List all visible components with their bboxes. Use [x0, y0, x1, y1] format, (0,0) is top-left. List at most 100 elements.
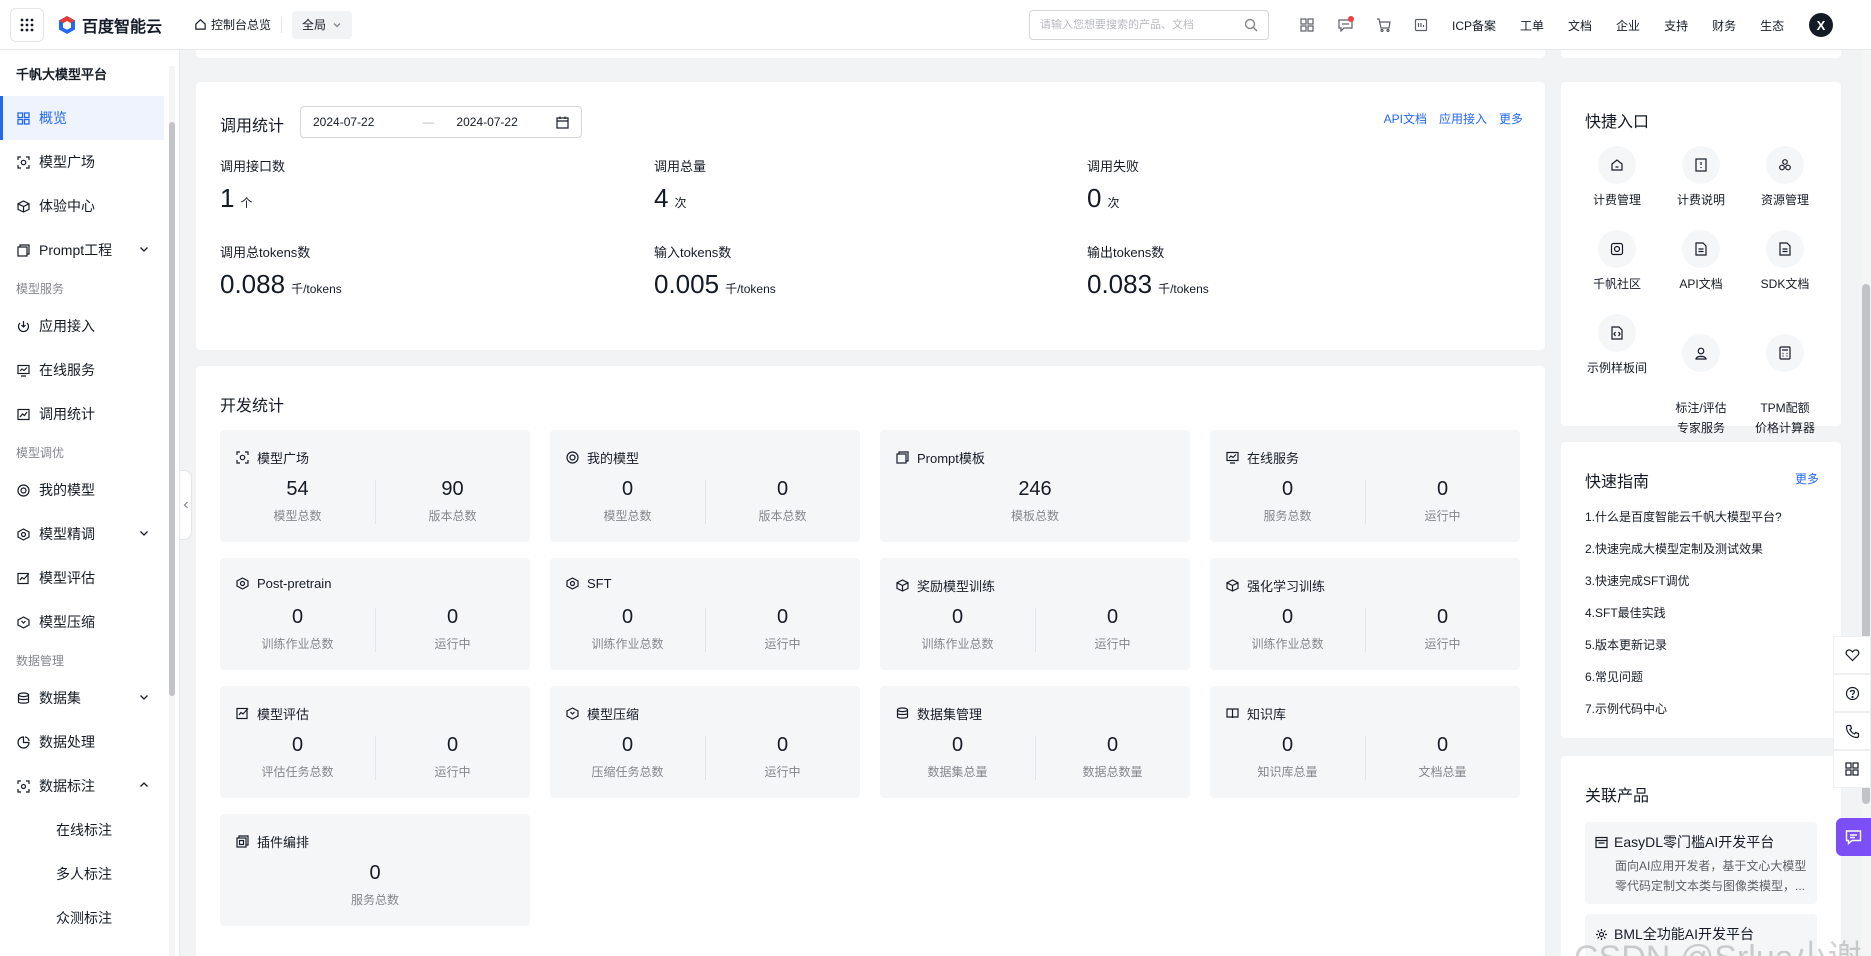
tile-rl-training[interactable]: 强化学习训练 0 训练作业总数 0 运行中 [1210, 558, 1520, 670]
tile-value: 0 [446, 734, 459, 756]
quick-entry-billing-doc[interactable]: 计费说明 [1656, 146, 1746, 210]
console-home-link[interactable]: 控制台总览 [194, 16, 271, 33]
apps-button[interactable] [1833, 750, 1871, 788]
tile-prompt-template[interactable]: Prompt模板 246 模板总数 [880, 430, 1190, 542]
chat-assistant-button[interactable] [1836, 818, 1871, 856]
sidebar-item-evaluate[interactable]: 模型评估 [0, 556, 164, 600]
finetune-icon [16, 527, 30, 541]
sidebar-collapse-button[interactable] [180, 470, 192, 540]
guide-item[interactable]: 7.示例代码中心 [1585, 700, 1782, 732]
sidebar-subitem-crowd-annotate[interactable]: 众测标注 [0, 896, 179, 940]
region-select[interactable]: 全局 [292, 10, 353, 39]
top-menu-item-ticket[interactable]: 工单 [1520, 17, 1544, 34]
api-docs-link[interactable]: API文档 [1384, 110, 1427, 127]
more-link[interactable]: 更多 [1499, 110, 1523, 127]
top-menu: ICP备案 工单 文档 企业 支持 财务 生态 [1452, 0, 1808, 50]
qrcode-button[interactable] [1290, 8, 1324, 42]
sidebar-item-finetune[interactable]: 模型精调 [0, 512, 164, 556]
community-icon [1610, 242, 1624, 256]
tile-dataset-management[interactable]: 数据集管理 0 数据集总量 0 数据总数量 [880, 686, 1190, 798]
sidebar-item-annotate[interactable]: 数据标注 [0, 764, 164, 808]
sidebar-item-my-model[interactable]: 我的模型 [0, 468, 164, 512]
tile-value: 0 [621, 734, 634, 756]
sidebar-scrollbar-thumb[interactable] [169, 122, 175, 696]
tile-value: 0 [446, 606, 459, 628]
my-model-icon [16, 483, 30, 497]
brand-logo[interactable]: 百度智能云 [57, 13, 162, 37]
quick-entry-api-doc[interactable]: API文档 [1656, 230, 1746, 294]
date-range-picker[interactable]: 2024-07-22 — 2024-07-22 [300, 106, 582, 138]
stat-interface-count: 调用接口数 1个 [220, 156, 285, 214]
help-button[interactable] [1833, 674, 1871, 712]
dev-stats-title: 开发统计 [220, 398, 285, 415]
search-input[interactable] [1040, 19, 1244, 31]
sidebar-item-call-stats[interactable]: 调用统计 [0, 392, 164, 436]
dataset-icon [896, 707, 909, 719]
sidebar-subitem-online-annotate[interactable]: 在线标注 [0, 808, 179, 852]
top-menu-item-finance[interactable]: 财务 [1712, 17, 1736, 34]
stat-total-tokens: 调用总tokens数 0.088 千/tokens [220, 242, 342, 300]
top-menu-item-support[interactable]: 支持 [1664, 17, 1688, 34]
tile-model-evaluate[interactable]: 模型评估 0 评估任务总数 0 运行中 [220, 686, 530, 798]
guide-item[interactable]: 4.SFT最佳实践 [1585, 604, 1782, 636]
tile-caption: 服务总数 [1263, 509, 1312, 523]
product-menu-button[interactable] [10, 7, 44, 42]
quick-entry-expert[interactable]: 标注/评估 专家服务 [1656, 314, 1746, 458]
tile-online-service[interactable]: 在线服务 0 服务总数 0 运行中 [1210, 430, 1520, 542]
sidebar-item-model-square[interactable]: 模型广场 [0, 140, 164, 184]
sidebar-item-overview[interactable]: 概览 [0, 96, 164, 140]
top-navigation-bar: 百度智能云 控制台总览 全局 ICP备案 工单 文档 企业 支持 财务 [0, 0, 1871, 50]
favorite-button[interactable] [1833, 636, 1871, 674]
bill-button[interactable] [1404, 8, 1438, 42]
message-button[interactable] [1328, 8, 1362, 42]
tile-sft[interactable]: SFT 0 训练作业总数 0 运行中 [550, 558, 860, 670]
phone-button[interactable] [1833, 712, 1871, 750]
guide-item[interactable]: 3.快速完成SFT调优 [1585, 572, 1782, 604]
sidebar-item-compress[interactable]: 模型压缩 [0, 600, 164, 644]
sidebar-item-experience-center[interactable]: 体验中心 [0, 184, 164, 228]
quick-entry-community[interactable]: 千帆社区 [1572, 230, 1662, 294]
quick-entry-sample[interactable]: 示例样板间 [1572, 314, 1662, 378]
tile-my-model[interactable]: 我的模型 0 模型总数 0 版本总数 [550, 430, 860, 542]
tile-model-compress[interactable]: 模型压缩 0 压缩任务总数 0 运行中 [550, 686, 860, 798]
tile-model-square[interactable]: 模型广场 54 模型总数 90 版本总数 [220, 430, 530, 542]
home-icon [195, 19, 206, 30]
previous-card-edge [1561, 50, 1841, 58]
sidebar-item-app-access[interactable]: 应用接入 [0, 304, 164, 348]
related-product-desc: 面向AI应用开发者，基于文心大模型 [1615, 859, 1807, 873]
quick-entry-resource[interactable]: 资源管理 [1740, 146, 1830, 210]
sidebar-item-data-process[interactable]: 数据处理 [0, 720, 164, 764]
heart-icon [1845, 649, 1859, 662]
user-avatar[interactable]: X [1809, 13, 1833, 37]
top-menu-item-icp[interactable]: ICP备案 [1452, 17, 1496, 34]
cart-button[interactable] [1366, 8, 1400, 42]
guide-item[interactable]: 5.版本更新记录 [1585, 636, 1782, 668]
top-menu-item-docs[interactable]: 文档 [1568, 17, 1592, 34]
search-icon[interactable] [1244, 18, 1258, 32]
tile-plugin-orchestration[interactable]: 插件编排 0 服务总数 [220, 814, 530, 926]
tile-caption: 文档总量 [1418, 765, 1467, 779]
call-stats-card: 调用统计 2024-07-22 — 2024-07-22 API文档 应用接入 … [196, 82, 1545, 350]
sidebar-item-dataset[interactable]: 数据集 [0, 676, 164, 720]
quick-entry-billing[interactable]: 计费管理 [1572, 146, 1662, 210]
tile-caption: 服务总数 [350, 893, 399, 907]
top-menu-item-enterprise[interactable]: 企业 [1616, 17, 1640, 34]
sidebar-item-prompt[interactable]: Prompt工程 [0, 228, 164, 272]
guide-item[interactable]: 6.常见问题 [1585, 668, 1782, 700]
quick-guide-more-link[interactable]: 更多 [1795, 470, 1819, 487]
quick-entry-calculator[interactable]: TPM配额 价格计算器 [1740, 314, 1830, 458]
app-access-link[interactable]: 应用接入 [1439, 110, 1487, 127]
related-product-easydl[interactable]: EasyDL零门槛AI开发平台 面向AI应用开发者，基于文心大模型 零代码定制文本… [1585, 822, 1817, 904]
tile-knowledge-base[interactable]: 知识库 0 知识库总量 0 文档总量 [1210, 686, 1520, 798]
stat-unit: 千/tokens [291, 282, 342, 296]
tile-post-pretrain[interactable]: Post-pretrain 0 训练作业总数 0 运行中 [220, 558, 530, 670]
tile-reward-model[interactable]: 奖励模型训练 0 训练作业总数 0 运行中 [880, 558, 1190, 670]
sidebar-subitem-multi-annotate[interactable]: 多人标注 [0, 852, 179, 896]
guide-item[interactable]: 2.快速完成大模型定制及测试效果 [1585, 540, 1782, 572]
stat-value: 4 [654, 183, 669, 213]
top-menu-item-ecosystem[interactable]: 生态 [1760, 17, 1784, 34]
guide-item[interactable]: 1.什么是百度智能云千帆大模型平台? [1585, 508, 1782, 540]
quick-entry-sdk-doc[interactable]: SDK文档 [1740, 230, 1830, 294]
call-stats-links: API文档 应用接入 更多 [1372, 110, 1523, 127]
sidebar-item-online-service[interactable]: 在线服务 [0, 348, 164, 392]
